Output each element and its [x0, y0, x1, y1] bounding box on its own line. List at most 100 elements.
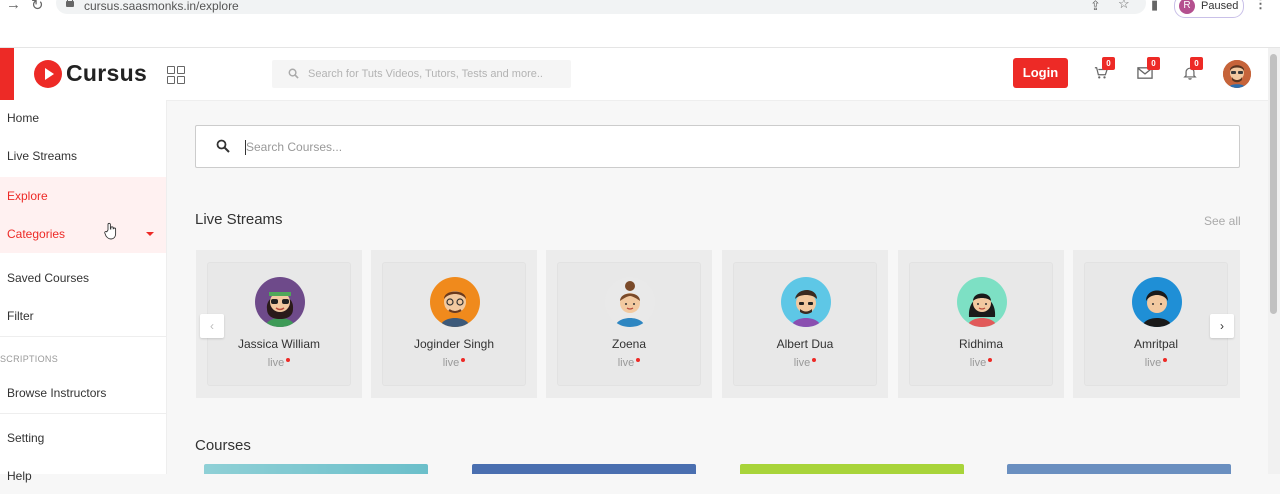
live-status: live [734, 357, 876, 369]
stream-card-inner: Ridhima live [910, 263, 1052, 385]
logo-play-icon[interactable] [34, 60, 62, 88]
header-accent-bar [0, 48, 14, 100]
female-avatar-icon [605, 277, 655, 327]
hand-cursor-icon [104, 222, 117, 240]
sidebar-item-label: Explore [7, 189, 48, 203]
header-search-input[interactable]: Search for Tuts Videos, Tutors, Tests an… [272, 60, 571, 88]
live-label: live [1144, 357, 1162, 369]
sidebar-item-setting[interactable]: Setting [0, 420, 166, 456]
course-search-placeholder: Search Courses... [246, 140, 343, 154]
sidebar-item-live-streams[interactable]: Live Streams [0, 138, 166, 174]
course-thumbnail[interactable] [740, 464, 964, 474]
address-bar[interactable]: cursus.saasmonks.in/explore [56, 0, 1146, 14]
sidebar-item-label: Saved Courses [7, 271, 90, 285]
live-label: live [969, 357, 987, 369]
stream-card[interactable]: Zoena live [546, 250, 712, 398]
stream-card[interactable]: Joginder Singh live [371, 250, 537, 398]
live-label: live [267, 357, 285, 369]
share-icon[interactable]: ⇪ [1090, 0, 1101, 14]
sidebar-item-saved-courses[interactable]: Saved Courses [0, 260, 166, 296]
instructor-avatar [781, 277, 831, 327]
chevron-down-icon [146, 232, 154, 236]
female-avatar-icon [255, 277, 305, 327]
male-avatar-icon [781, 277, 831, 327]
apps-grid-icon[interactable] [167, 66, 185, 84]
sidebar-item-label: Filter [7, 309, 34, 323]
male-avatar-icon [1132, 277, 1182, 327]
live-streams-heading: Live Streams [195, 211, 283, 228]
carousel-prev-button[interactable]: ‹ [200, 314, 224, 338]
live-status: live [558, 357, 700, 369]
sidebar-item-label: Categories [7, 227, 66, 241]
course-thumbnail[interactable] [472, 464, 696, 474]
profile-status: Paused [1201, 0, 1239, 12]
live-dot-icon [461, 358, 466, 362]
instructor-name: Amritpal [1133, 337, 1178, 351]
profile-chip[interactable]: R Paused [1174, 0, 1244, 18]
live-status: live [208, 357, 350, 369]
bookmark-star-icon[interactable]: ☆ [1118, 0, 1130, 12]
courses-heading: Courses [195, 437, 251, 454]
live-dot-icon [988, 358, 993, 362]
logo-text[interactable]: Cursus [66, 60, 147, 87]
course-thumbnail[interactable] [1007, 464, 1231, 474]
instructor-name: Ridhima [958, 337, 1003, 351]
course-search-input[interactable]: Search Courses... [195, 125, 1240, 168]
sidebar-item-help[interactable]: Help [0, 458, 166, 494]
live-dot-icon [636, 358, 641, 362]
sidebar-divider [0, 336, 166, 337]
stream-card[interactable]: Albert Dua live [722, 250, 888, 398]
live-status: live [383, 357, 525, 369]
live-dot-icon [812, 358, 817, 362]
live-label: live [617, 357, 635, 369]
sidebar-item-browse-instructors[interactable]: Browse Instructors [0, 375, 166, 411]
carousel-next-button[interactable]: › [1210, 314, 1234, 338]
browser-chrome: → ↻ cursus.saasmonks.in/explore ⇪ ☆ ▮ R … [0, 0, 1280, 48]
live-status: live [910, 357, 1052, 369]
see-all-link[interactable]: See all [1204, 214, 1241, 228]
instructor-name: Joginder Singh [413, 337, 495, 351]
live-label: live [793, 357, 811, 369]
instructor-avatar [255, 277, 305, 327]
sidebar-item-categories[interactable]: Categories [0, 215, 166, 253]
stream-card[interactable]: Ridhima live [898, 250, 1064, 398]
user-avatar-icon [1223, 60, 1251, 88]
lock-icon [66, 0, 74, 7]
notification-badge: 0 [1190, 57, 1203, 70]
user-avatar[interactable] [1223, 60, 1251, 88]
sidebar-item-home[interactable]: Home [0, 100, 166, 136]
sidebar-item-label: Help [7, 469, 32, 483]
instructor-name: Jassica William [237, 337, 320, 351]
page-scrollbar[interactable] [1268, 48, 1280, 474]
live-status: live [1085, 357, 1227, 369]
sidebar-item-explore[interactable]: Explore [0, 177, 166, 215]
live-dot-icon [1163, 358, 1168, 362]
sidebar-item-label: Browse Instructors [7, 386, 107, 400]
header-search-placeholder: Search for Tuts Videos, Tutors, Tests an… [308, 68, 543, 80]
back-arrow-icon[interactable]: → [6, 0, 21, 13]
male-avatar-icon [430, 277, 480, 327]
stream-card-inner: Amritpal live [1085, 263, 1227, 385]
sidebar-section-caption: SCRIPTIONS [0, 354, 59, 364]
female-avatar-icon [957, 277, 1007, 327]
sidebar-divider [0, 413, 166, 414]
reload-icon[interactable]: ↻ [31, 0, 44, 14]
course-thumbnail[interactable] [204, 464, 428, 474]
login-button[interactable]: Login [1013, 58, 1068, 88]
cart-badge: 0 [1102, 57, 1115, 70]
sidebar: Home Live Streams Explore Categories Sav… [0, 100, 167, 483]
instructor-name: Zoena [611, 337, 647, 351]
live-label: live [442, 357, 460, 369]
stream-card-inner: Zoena live [558, 263, 700, 385]
app-header [0, 48, 1270, 101]
sidebar-item-filter[interactable]: Filter [0, 298, 166, 334]
instructor-name: Albert Dua [776, 337, 834, 351]
stream-card-inner: Joginder Singh live [383, 263, 525, 385]
sidebar-item-label: Home [7, 111, 40, 125]
instructor-avatar [430, 277, 480, 327]
menu-kebab-icon[interactable]: ⋮ [1254, 0, 1267, 12]
mail-badge: 0 [1147, 57, 1160, 70]
side-panel-icon[interactable]: ▮ [1151, 0, 1158, 13]
search-icon [288, 68, 299, 79]
stream-card-inner: Jassica William live [208, 263, 350, 385]
